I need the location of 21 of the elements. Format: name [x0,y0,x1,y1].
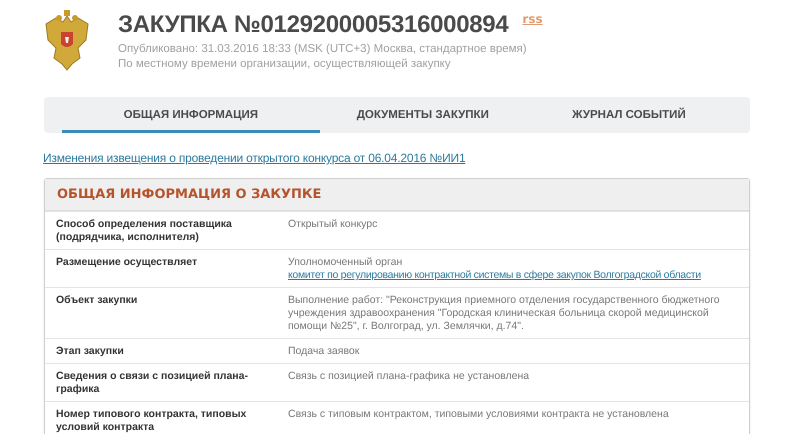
field-value: Связь с типовым контрактом, типовыми условиями контракта не установлена [288,408,670,421]
published-date: Опубликовано: 31.03.2016 18:33 (MSK (UTC+3) Москва, стандартное время) [118,42,528,57]
field-value: Открытый конкурс [288,218,378,231]
organization-link[interactable]: комитет по регулированию контрактной системы в сфере закупок Волгоградской области [288,269,739,282]
field-label: Сведения о связи с позицией плана-графика [56,370,249,396]
field-value: Подача заявок [288,345,360,358]
field-label: Размещение осуществляет [56,256,198,270]
field-value: Выполнение работ: "Реконструкция приемного отделения государственного бюджетного учреждения здравоохранения "Городская клиническая больница скорой медицинской помощи №25", г. Волгоград, ул. Землячки, д.74". [288,294,721,333]
tab[interactable]: ОБЩАЯ ИНФОРМАЦИЯ [62,97,320,133]
card-title: ОБЩАЯ ИНФОРМАЦИЯ О ЗАКУПКЕ [57,187,322,202]
field-label: Объект закупки [56,294,138,308]
tab[interactable]: ДОКУМЕНТЫ ЗАКУПКИ [320,97,526,133]
field-value: Уполномоченный орган [288,256,404,269]
field-label: Номер типового контракта, типовых условий контракта [56,408,248,434]
page-title: ЗАКУПКА №0129200005316000894 [118,10,508,40]
tab[interactable]: ЖУРНАЛ СОБЫТИЙ [526,97,732,133]
time-note: По местному времени организации, осуществляющей закупку [118,57,452,72]
field-value: Связь с позицией плана-графика не установлена [288,370,530,383]
field-label: Этап закупки [56,345,125,358]
field-label: Способ определения поставщика (подрядчика, исполнителя) [56,218,233,244]
notice-change-link[interactable]: Изменения извещения о проведении открытого конкурса от 06.04.2016 №ИИ1 [43,151,466,165]
